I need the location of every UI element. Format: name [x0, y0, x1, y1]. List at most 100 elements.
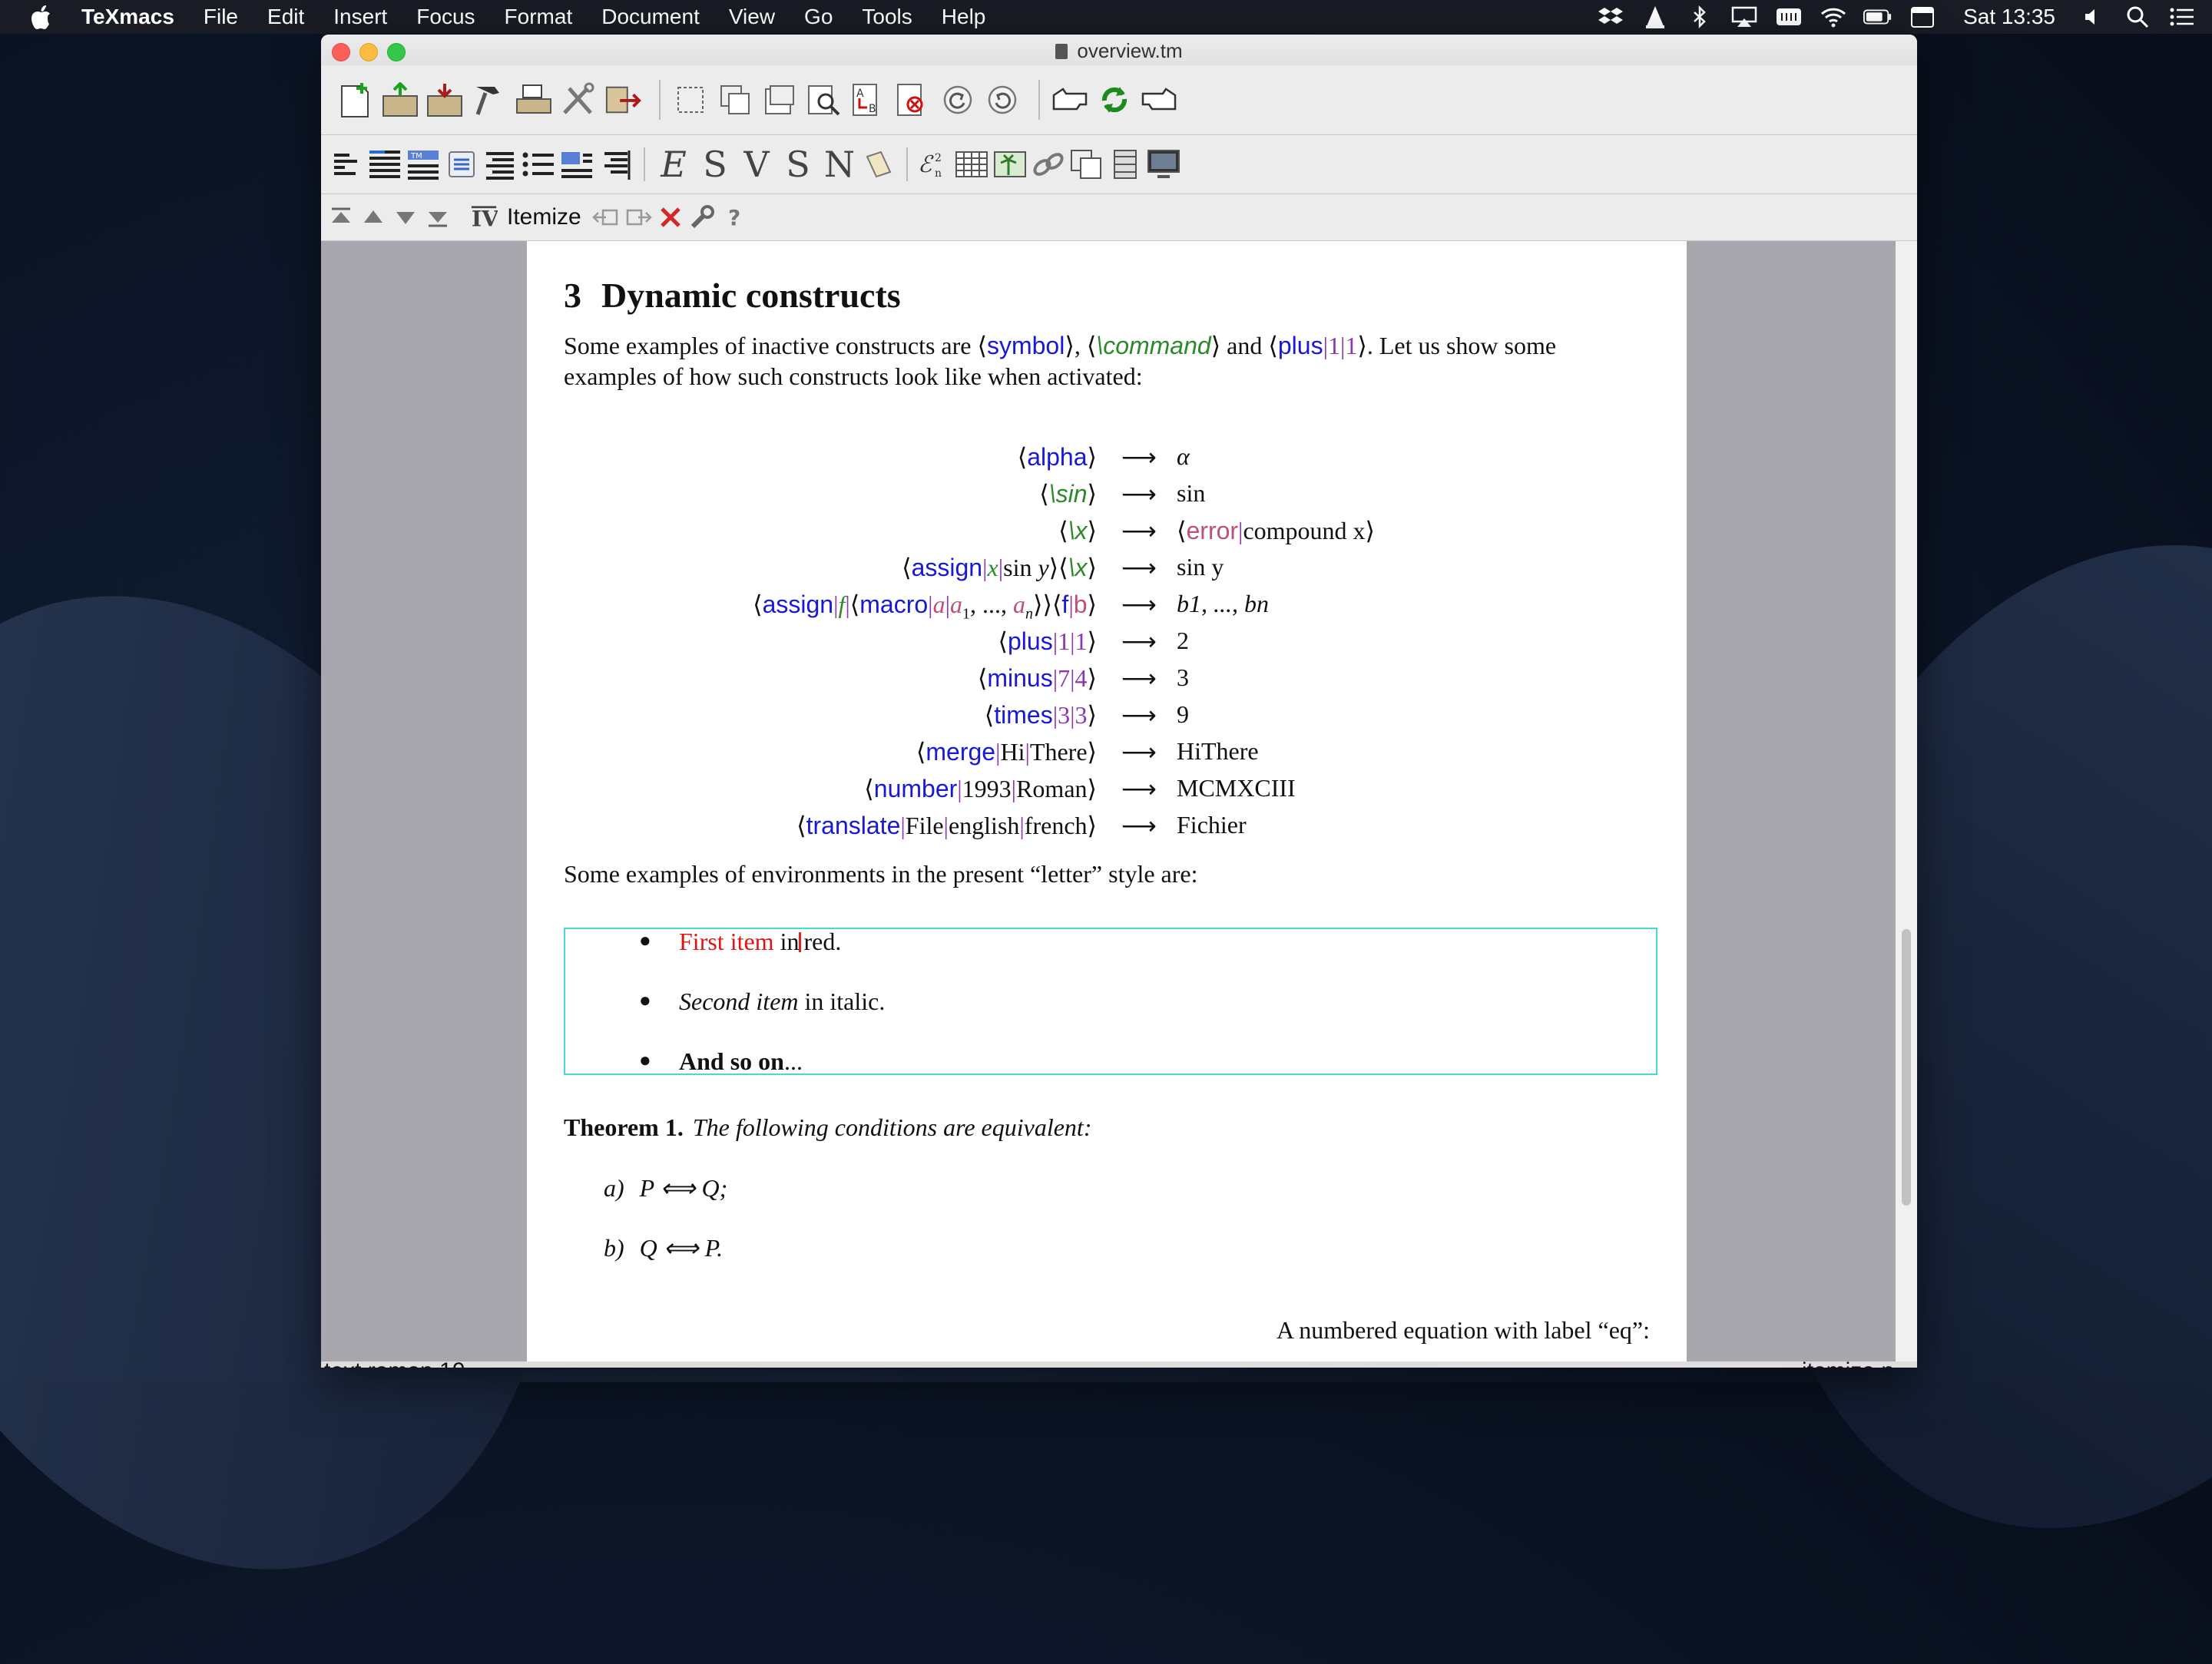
new-document-icon[interactable] [336, 81, 375, 119]
note-label-icon[interactable] [860, 147, 896, 182]
menu-insert[interactable]: Insert [333, 0, 387, 34]
exit-left-icon[interactable] [591, 203, 620, 231]
inactive-command: command [1103, 332, 1211, 359]
menu-app-name[interactable]: TeXmacs [81, 0, 174, 34]
itemize-environment[interactable]: ● First item in red. ● Second item in ita… [564, 928, 1657, 1075]
save-document-icon[interactable] [426, 81, 464, 119]
replace-icon[interactable]: AB [849, 81, 888, 119]
go-first-icon[interactable] [327, 203, 355, 231]
scrollbar-thumb[interactable] [1902, 929, 1911, 1206]
exit-right-icon[interactable] [624, 203, 652, 231]
forward-hand-icon[interactable] [1140, 81, 1178, 119]
eq-row: ⟨number|1993|Roman⟩ ⟶ MCMXCIII [527, 774, 1687, 811]
long-arrow-icon: ⟶ [1121, 701, 1157, 729]
menu-view[interactable]: View [729, 0, 775, 34]
search-icon[interactable] [2123, 5, 2152, 28]
bullet-icon: ● [639, 1049, 651, 1071]
menu-format[interactable]: Format [505, 0, 573, 34]
list-icon[interactable] [521, 147, 556, 182]
notification-icon[interactable] [2167, 5, 2197, 28]
reload-icon[interactable] [1095, 81, 1134, 119]
verbatim-style-button[interactable]: V [736, 144, 777, 185]
keyboard-icon[interactable] [1774, 5, 1803, 28]
indent-icon[interactable] [482, 147, 518, 182]
cut-icon[interactable] [671, 81, 710, 119]
emphasis-style-button[interactable]: E [653, 144, 694, 185]
figure-layout-icon[interactable] [559, 147, 594, 182]
theorem-block: Theorem 1. The following conditions are e… [564, 1113, 1091, 1142]
apple-menu-icon[interactable] [29, 4, 55, 30]
paste-icon[interactable] [760, 81, 799, 119]
long-arrow-icon: ⟶ [1121, 775, 1157, 802]
remove-tag-icon[interactable] [657, 203, 684, 231]
airplay-icon[interactable] [1730, 5, 1759, 28]
menu-document[interactable]: Document [601, 0, 700, 34]
svg-text:n: n [935, 167, 942, 180]
sans-style-button[interactable]: S [777, 144, 819, 185]
find-icon[interactable] [805, 81, 843, 119]
calendar-icon[interactable] [1908, 5, 1937, 28]
strong-style-button[interactable]: S [694, 144, 736, 185]
go-next-icon[interactable] [392, 203, 419, 231]
menu-help[interactable]: Help [942, 0, 986, 34]
menu-file[interactable]: File [204, 0, 238, 34]
list-item: And so on... [679, 1047, 803, 1075]
align-right-icon[interactable] [598, 147, 633, 182]
vertical-scrollbar[interactable] [1896, 241, 1917, 1361]
print-icon[interactable] [515, 81, 553, 119]
wifi-icon[interactable] [1819, 5, 1848, 28]
undo-icon[interactable] [939, 81, 977, 119]
preferences-tools-icon[interactable] [559, 81, 598, 119]
open-document-icon[interactable] [381, 81, 419, 119]
paragraph-style-icon[interactable] [367, 147, 402, 182]
eq-source: ⟨minus|7|4⟩ [977, 664, 1097, 692]
back-hand-icon[interactable] [1051, 81, 1089, 119]
insert-session-icon[interactable] [1146, 147, 1181, 182]
vlc-icon[interactable] [1641, 5, 1670, 28]
eq-row: ⟨\sin⟩ ⟶ sin [527, 479, 1687, 516]
help-question-icon[interactable]: ? [721, 203, 749, 231]
enumerate-item: b) Q ⟺ P. [604, 1234, 724, 1262]
build-hammer-icon[interactable] [470, 81, 508, 119]
document-canvas[interactable]: 3 Dynamic constructs Some examples of ina… [321, 241, 1917, 1361]
bluetooth-icon[interactable] [1685, 5, 1714, 28]
texmacs-window: overview.tm A B TM E S V S N ℰ 2 n IV It… [321, 35, 1917, 1368]
insert-table-icon[interactable] [954, 147, 989, 182]
enumerate-item: a) P ⟺ Q; [604, 1174, 728, 1202]
go-previous-icon[interactable] [359, 203, 387, 231]
menu-tools[interactable]: Tools [862, 0, 912, 34]
align-left-icon[interactable] [329, 147, 364, 182]
menu-go[interactable]: Go [804, 0, 833, 34]
long-arrow-icon: ⟶ [1121, 812, 1157, 839]
go-last-icon[interactable] [424, 203, 452, 231]
header-footer-icon[interactable]: TM [406, 147, 441, 182]
eq-result: 2 [1177, 627, 1189, 654]
menu-edit[interactable]: Edit [267, 0, 304, 34]
insert-fold-icon[interactable] [1069, 147, 1104, 182]
page-layout-icon[interactable] [444, 147, 479, 182]
menubar-clock[interactable]: Sat 13:35 [1963, 5, 2055, 29]
copy-icon[interactable] [716, 81, 754, 119]
eq-result: 9 [1177, 700, 1189, 728]
insert-animation-icon[interactable] [1108, 147, 1143, 182]
insert-image-icon[interactable] [992, 147, 1028, 182]
document-page[interactable]: 3 Dynamic constructs Some examples of ina… [527, 241, 1687, 1361]
section-title: Dynamic constructs [601, 276, 901, 315]
dropbox-icon[interactable] [1596, 5, 1625, 28]
bullet-icon: ● [639, 989, 651, 1011]
insert-math-icon[interactable]: ℰ2 n [916, 147, 951, 182]
redo-icon[interactable] [983, 81, 1022, 119]
export-icon[interactable] [604, 81, 642, 119]
eq-source: ⟨assign|x|sin y⟩⟨\x⟩ [902, 554, 1097, 581]
long-arrow-icon: ⟶ [1121, 480, 1157, 508]
list-type-icon[interactable]: IV [470, 203, 498, 231]
name-style-button[interactable]: N [819, 144, 860, 185]
battery-icon[interactable] [1863, 5, 1892, 28]
volume-icon[interactable] [2078, 5, 2108, 28]
menu-focus[interactable]: Focus [416, 0, 475, 34]
tag-settings-wrench-icon[interactable] [689, 203, 717, 231]
insert-link-icon[interactable] [1031, 147, 1066, 182]
eq-result: 3 [1177, 663, 1189, 691]
context-tag-label[interactable]: Itemize [507, 204, 581, 230]
spell-check-icon[interactable] [894, 81, 932, 119]
